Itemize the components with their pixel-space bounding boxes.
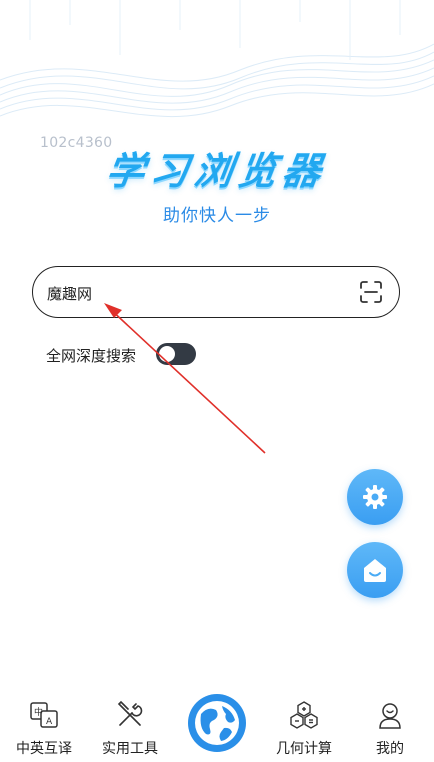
- settings-fab-button[interactable]: [347, 469, 403, 525]
- toggle-knob: [159, 346, 175, 362]
- nav-item-browser-globe[interactable]: [188, 694, 246, 752]
- bottom-navigation-bar: 中 A 中英互译 实用工具 几何计算 我的: [0, 690, 434, 762]
- scan-icon[interactable]: [359, 280, 383, 304]
- nav-item-translate[interactable]: 中 A 中英互译: [4, 690, 84, 762]
- nav-item-geometry[interactable]: 几何计算: [264, 690, 344, 762]
- home-icon: [364, 559, 386, 582]
- deep-search-label: 全网深度搜索: [46, 347, 137, 365]
- profile-icon: [379, 703, 401, 729]
- nav-item-tools[interactable]: 实用工具: [90, 690, 170, 762]
- app-title: 学习浏览器: [103, 149, 330, 193]
- deep-search-toggle[interactable]: [156, 343, 196, 365]
- nav-label-mine: 我的: [376, 741, 404, 757]
- nav-label-geometry: 几何计算: [276, 741, 332, 757]
- search-box[interactable]: [32, 266, 400, 318]
- globe-icon: [190, 696, 244, 750]
- svg-text:中: 中: [34, 706, 43, 718]
- app-subtitle: 助你快人一步: [163, 206, 271, 226]
- home-fab-button[interactable]: [347, 542, 403, 598]
- nav-label-translate: 中英互译: [16, 741, 72, 757]
- nav-label-tools: 实用工具: [102, 741, 158, 757]
- hero-wave-background: [0, 0, 434, 118]
- gear-icon: [363, 485, 387, 509]
- search-input[interactable]: [45, 277, 349, 309]
- translate-icon: 中 A: [30, 702, 58, 728]
- nav-item-mine[interactable]: 我的: [350, 690, 430, 762]
- svg-text:A: A: [46, 717, 53, 727]
- tools-icon: [117, 700, 143, 726]
- geometry-icon: [290, 701, 318, 729]
